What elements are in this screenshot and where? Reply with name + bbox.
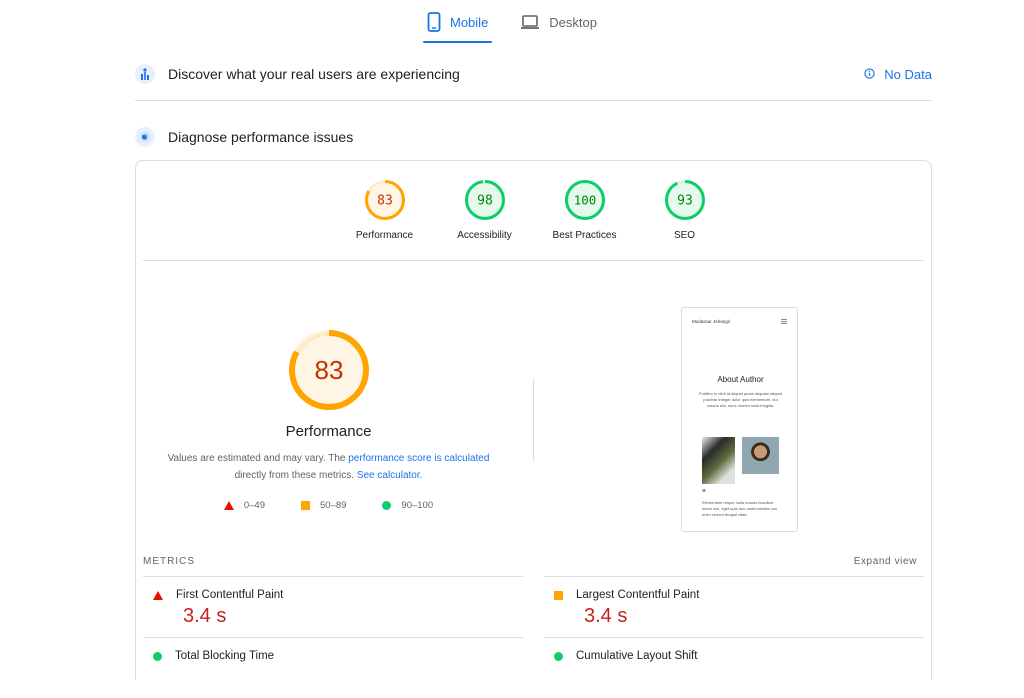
fail-triangle-icon [153, 590, 163, 600]
section-divider [135, 100, 932, 101]
gauge-seo-label: SEO [673, 230, 696, 241]
svg-text:100: 100 [573, 193, 596, 208]
score-legend: 0–49 50–89 90–100 [206, 500, 451, 511]
metrics-column-right: Largest Contentful Paint 3.4 s Cumulativ… [544, 576, 924, 698]
performance-title: Performance [285, 423, 372, 440]
pass-circle-icon [153, 651, 162, 661]
svg-text:98: 98 [477, 194, 493, 209]
performance-summary: 83 Performance Values are estimated and … [136, 329, 521, 511]
legend-pass: 90–100 [382, 500, 433, 511]
performance-score-link[interactable]: performance score is calculated [348, 453, 489, 464]
thumb-paragraph: Porttitor in nibh id aliquet quam aliqua… [698, 391, 783, 408]
no-data-label: No Data [884, 66, 932, 82]
device-tabs: Mobile Desktop [0, 0, 1024, 44]
gauge-best-practices[interactable]: 100 Best Practices [535, 179, 635, 241]
thumb-paragraph-2: Elementum neque nulla mauris faucibus lo… [702, 500, 778, 517]
performance-gauge-large: 83 [288, 330, 369, 410]
gauge-best-practices-ring: 100 [564, 180, 605, 220]
metric-cls-name: Cumulative Layout Shift [576, 650, 698, 662]
metric-tbt: Total Blocking Time [143, 637, 523, 698]
gauge-accessibility-ring: 98 [464, 180, 505, 220]
hamburger-icon [781, 319, 787, 325]
see-calculator-link[interactable]: See calculator. [357, 470, 423, 481]
svg-text:93: 93 [677, 194, 693, 209]
performance-note-middle: directly from these metrics. [234, 470, 357, 481]
vertical-divider [533, 379, 534, 461]
gauge-best-practices-label: Best Practices [552, 230, 617, 241]
lab-data-header: Diagnose performance issues [135, 127, 932, 147]
tab-mobile[interactable]: Mobile [422, 0, 493, 44]
legend-fail-label: 0–49 [243, 500, 265, 511]
metric-cls: Cumulative Layout Shift [544, 637, 924, 698]
final-screenshot-thumbnail[interactable]: Mudassar Jehangir About Author Porttitor… [681, 307, 798, 532]
average-square-icon [554, 590, 563, 600]
performance-note-prefix: Values are estimated and may vary. The [167, 453, 349, 464]
laptop-icon [520, 14, 540, 30]
thumb-heading: About Author [717, 375, 764, 384]
triangle-icon [223, 501, 234, 510]
thumb-site-name: Mudassar Jehangir [692, 319, 731, 324]
metric-fcp: First Contentful Paint 3.4 s [143, 576, 523, 637]
metric-tbt-name: Total Blocking Time [175, 650, 275, 662]
tab-desktop-label: Desktop [549, 14, 597, 30]
legend-fail: 0–49 [223, 500, 265, 511]
gauge-accessibility[interactable]: 98 Accessibility [435, 179, 535, 241]
pass-circle-icon [554, 651, 563, 661]
metric-fcp-value: 3.4 s [183, 605, 227, 627]
svg-text:83: 83 [314, 355, 343, 385]
tab-desktop[interactable]: Desktop [518, 0, 599, 44]
report-card: 83 Performance 98 Accessibility 100 Best… [135, 160, 932, 680]
lab-data-title: Diagnose performance issues [168, 129, 354, 145]
expand-view-button[interactable]: Expand view [854, 556, 917, 567]
gauge-performance[interactable]: 83 Performance [335, 179, 435, 241]
card-divider [143, 260, 924, 261]
legend-average-label: 50–89 [320, 500, 347, 511]
no-data-link[interactable]: No Data [864, 67, 932, 82]
metric-lcp-value: 3.4 s [584, 605, 628, 627]
metric-lcp: Largest Contentful Paint 3.4 s [544, 576, 924, 637]
thumb-image-portrait [742, 437, 779, 474]
performance-note: Values are estimated and may vary. The p… [159, 450, 499, 484]
thumb-image-desk [702, 437, 735, 484]
legend-pass-label: 90–100 [401, 500, 434, 511]
square-icon [301, 501, 310, 510]
metric-lcp-name: Largest Contentful Paint [576, 589, 700, 601]
quote-icon: “ [702, 488, 706, 497]
category-gauges: 83 Performance 98 Accessibility 100 Best… [136, 179, 933, 241]
tab-mobile-label: Mobile [450, 14, 489, 30]
gauge-performance-label: Performance [355, 230, 414, 241]
circle-icon [382, 501, 392, 510]
metrics-label: METRICS [143, 556, 195, 567]
users-chart-icon [135, 64, 155, 84]
field-data-header: Discover what your real users are experi… [135, 64, 932, 84]
gauge-accessibility-label: Accessibility [457, 230, 512, 241]
svg-text:83: 83 [377, 194, 393, 209]
gauge-seo-ring: 93 [664, 180, 705, 220]
field-data-title: Discover what your real users are experi… [168, 66, 460, 82]
lighthouse-icon [135, 127, 155, 147]
metric-fcp-name: First Contentful Paint [176, 589, 284, 601]
info-icon [864, 67, 875, 82]
gauge-seo[interactable]: 93 SEO [635, 179, 735, 241]
metrics-column-left: First Contentful Paint 3.4 s Total Block… [143, 576, 523, 698]
gauge-performance-ring: 83 [364, 180, 405, 220]
legend-average: 50–89 [301, 500, 346, 511]
phone-icon [427, 12, 441, 32]
